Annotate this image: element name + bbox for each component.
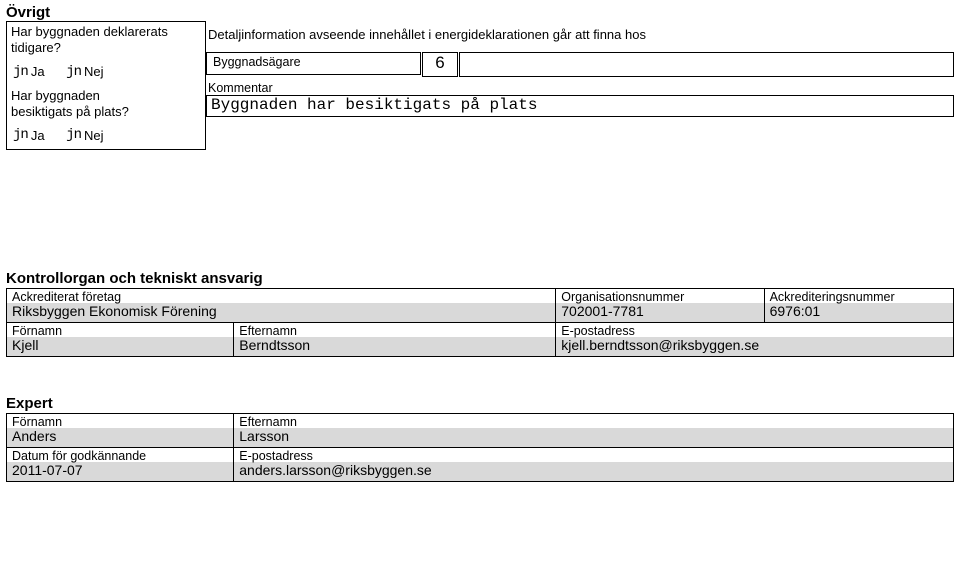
radio-label-ja: Ja	[31, 128, 45, 143]
radio-row-inspected: jn Ja jn Nej	[6, 122, 206, 150]
byggnadsagare-label: Byggnadsägare	[213, 55, 414, 69]
radio-row-declared: jn Ja jn Nej	[6, 59, 206, 86]
radio-label-nej: Nej	[84, 128, 104, 143]
radio-icon: jn	[13, 127, 28, 143]
expert-epost-value: anders.larsson@riksbyggen.se	[234, 462, 953, 481]
expert-datum-label: Datum för godkännande	[7, 448, 233, 463]
radio-label-nej: Nej	[84, 64, 104, 79]
question-inspected-line1: Har byggnaden	[11, 88, 100, 103]
expert-fornamn-label: Förnamn	[7, 414, 233, 429]
kontroll-fornamn-value: Kjell	[7, 337, 233, 356]
ovrigt-table: Har byggnaden deklarerats tidigare? jn J…	[6, 21, 954, 150]
kontroll-epost-value: kjell.berndtsson@riksbyggen.se	[556, 337, 953, 356]
kontroll-efternamn-label: Efternamn	[234, 323, 555, 338]
radio-label-ja: Ja	[31, 64, 45, 79]
radio-inspected-nej[interactable]: jn Nej	[66, 127, 103, 143]
kommentar-value: Byggnaden har besiktigats på plats	[206, 95, 954, 117]
expert-epost-label: E-postadress	[234, 448, 953, 463]
ack-foretag-label: Ackrediterat företag	[7, 289, 555, 304]
detail-info-text: Detaljinformation avseende innehållet i …	[206, 21, 954, 52]
radio-icon: jn	[66, 64, 81, 80]
expert-heading: Expert	[6, 395, 954, 412]
radio-inspected-ja[interactable]: jn Ja	[13, 127, 45, 143]
expert-datum-value: 2011-07-07	[7, 462, 233, 481]
ack-foretag-value: Riksbyggen Ekonomisk Förening	[7, 303, 555, 322]
kontroll-epost-label: E-postadress	[556, 323, 953, 338]
acknr-label: Ackrediteringsnummer	[765, 289, 953, 304]
byggnadsagare-box: Byggnadsägare	[206, 52, 421, 75]
expert-efternamn-value: Larsson	[234, 428, 953, 447]
kontroll-fornamn-label: Förnamn	[7, 323, 233, 338]
expert-grid: Förnamn Anders Efternamn Larsson	[6, 413, 954, 448]
question-inspected-line2: besiktigats på plats?	[11, 104, 129, 119]
byggnadsagare-fill	[459, 52, 954, 77]
acknr-value: 6976:01	[765, 303, 953, 322]
radio-declared-nej[interactable]: jn Nej	[66, 64, 103, 80]
radio-icon: jn	[13, 64, 28, 80]
question-declared: Har byggnaden deklarerats tidigare?	[6, 21, 206, 59]
radio-declared-ja[interactable]: jn Ja	[13, 64, 45, 80]
kontroll-grid: Ackrediterat företag Riksbyggen Ekonomis…	[6, 288, 954, 323]
ovrigt-heading: Övrigt	[6, 4, 954, 21]
kontroll-efternamn-value: Berndtsson	[234, 337, 555, 356]
kontroll-grid-2: Förnamn Kjell Efternamn Berndtsson E-pos…	[6, 322, 954, 357]
kommentar-label: Kommentar	[206, 79, 954, 95]
expert-fornamn-value: Anders	[7, 428, 233, 447]
expert-grid-2: Datum för godkännande 2011-07-07 E-posta…	[6, 447, 954, 482]
kontroll-heading: Kontrollorgan och tekniskt ansvarig	[6, 270, 954, 287]
radio-icon: jn	[66, 127, 81, 143]
byggnadsagare-count: 6	[422, 52, 458, 77]
expert-efternamn-label: Efternamn	[234, 414, 953, 429]
question-inspected: Har byggnaden besiktigats på plats?	[6, 86, 206, 123]
orgnr-label: Organisationsnummer	[556, 289, 763, 304]
orgnr-value: 702001-7781	[556, 303, 763, 322]
